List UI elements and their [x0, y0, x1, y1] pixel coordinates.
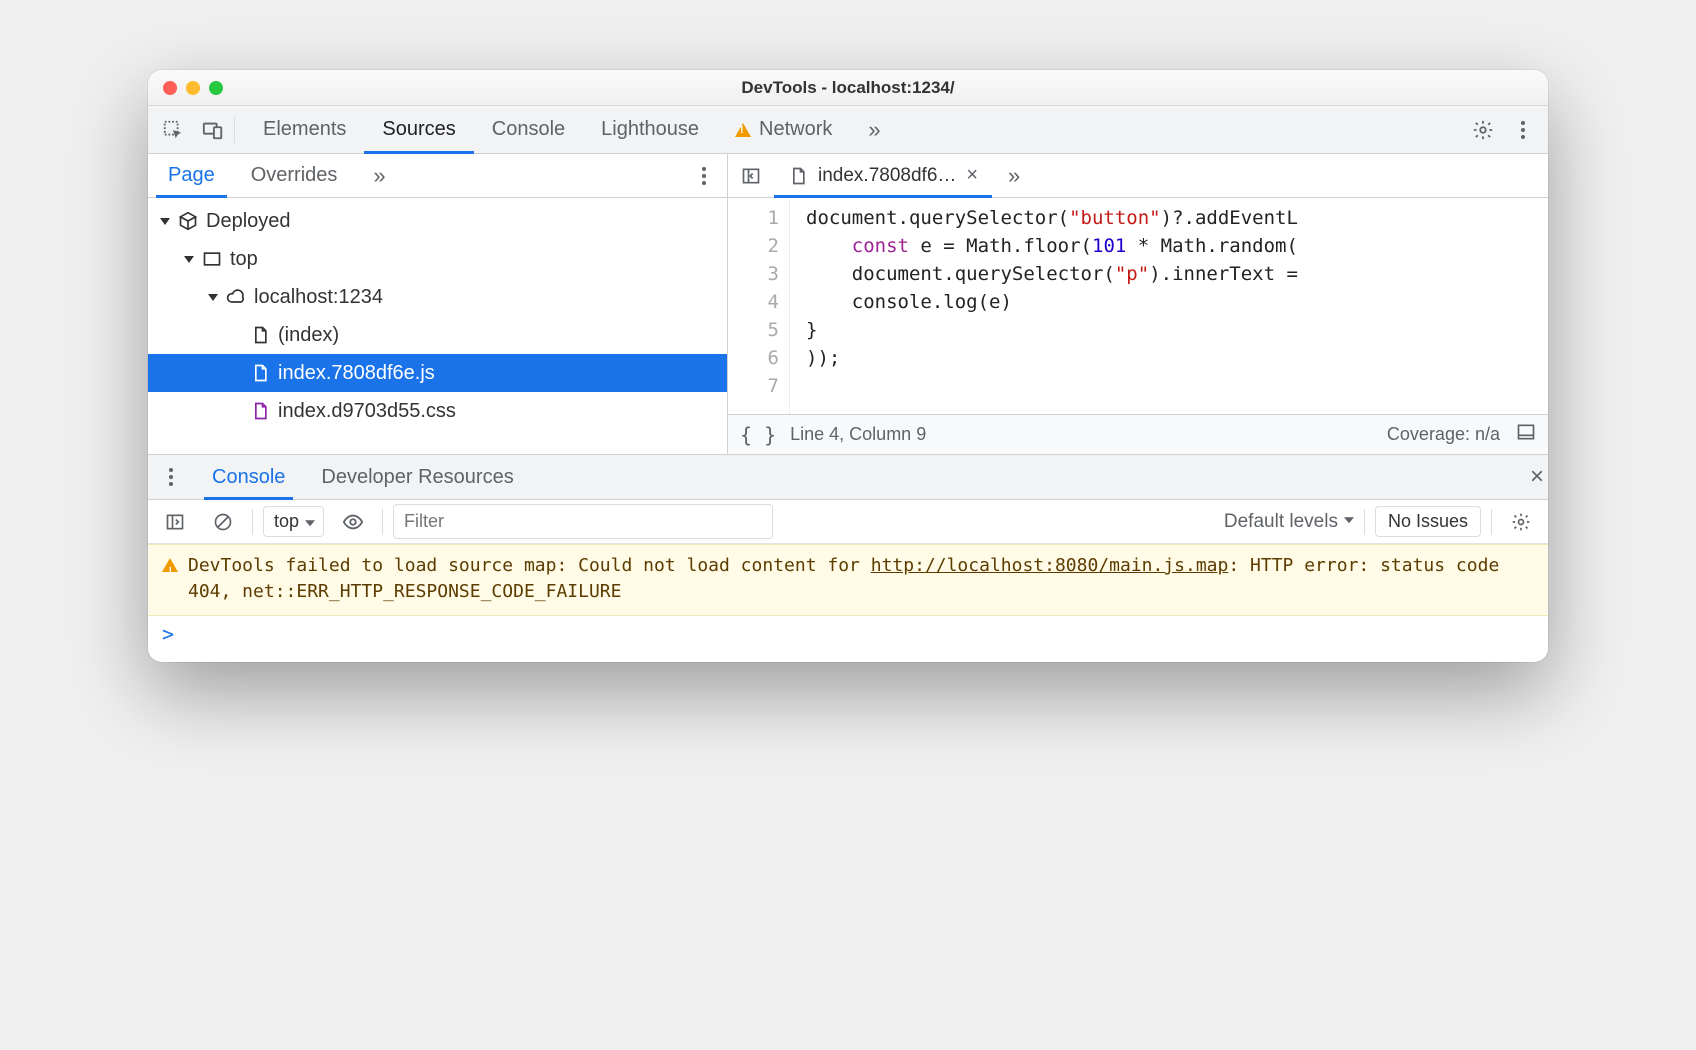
document-icon — [788, 166, 808, 186]
more-options-icon[interactable] — [1504, 111, 1542, 149]
cursor-position: Line 4, Column 9 — [790, 424, 926, 445]
tree-frame-top[interactable]: top — [148, 240, 727, 278]
console-filter-input[interactable] — [393, 504, 773, 539]
issues-button[interactable]: No Issues — [1375, 506, 1481, 537]
tree-label: index.7808df6e.js — [278, 362, 435, 385]
device-toolbar-icon[interactable] — [194, 111, 232, 149]
editor-tabs: index.7808df6… × » — [728, 154, 1548, 198]
tree-label: top — [230, 248, 258, 271]
context-selector[interactable]: top — [263, 506, 324, 537]
line-gutter: 1234567 — [728, 198, 790, 414]
navigator-tab-overrides[interactable]: Overrides — [235, 154, 354, 197]
editor-status-bar: { } Line 4, Column 9 Coverage: n/a — [728, 414, 1548, 454]
drawer-tab-console[interactable]: Console — [198, 455, 299, 499]
separator — [1364, 509, 1365, 535]
log-levels-selector[interactable]: Default levels — [1224, 511, 1354, 533]
caret-icon — [208, 294, 218, 301]
cube-icon — [178, 211, 198, 231]
more-editor-tabs[interactable]: » — [996, 157, 1034, 195]
caret-icon — [184, 256, 194, 263]
tree-group-deployed[interactable]: Deployed — [148, 202, 727, 240]
separator — [1491, 509, 1492, 535]
caret-icon — [160, 218, 170, 225]
separator — [252, 509, 253, 535]
tree-origin-localhost[interactable]: localhost:1234 — [148, 278, 727, 316]
tree-label: localhost:1234 — [254, 286, 383, 309]
navigator-more-tabs[interactable]: » — [357, 154, 403, 197]
source-map-link[interactable]: http://localhost:8080/main.js.map — [871, 555, 1229, 576]
maximize-window-button[interactable] — [209, 81, 223, 95]
main-tab-group: Elements Sources Console Lighthouse Netw… — [245, 106, 901, 153]
code-editor[interactable]: 1234567 document.querySelector("button")… — [728, 198, 1548, 414]
drawer-tab-devres[interactable]: Developer Resources — [307, 455, 527, 499]
tree-file-js[interactable]: index.7808df6e.js — [148, 354, 727, 392]
show-sidebar-icon[interactable] — [1516, 422, 1536, 447]
editor-pane: index.7808df6… × » 1234567 document.quer… — [728, 154, 1548, 454]
close-tab-icon[interactable]: × — [966, 164, 978, 187]
console-prompt[interactable]: > — [148, 616, 1548, 662]
editor-tab-label: index.7808df6… — [818, 165, 956, 187]
warning-icon — [162, 558, 178, 572]
warning-icon — [735, 123, 751, 137]
code-content[interactable]: document.querySelector("button")?.addEve… — [790, 198, 1548, 414]
separator — [234, 117, 235, 143]
close-drawer-icon[interactable]: × — [1530, 463, 1544, 491]
tab-console[interactable]: Console — [474, 106, 583, 153]
tree-label: (index) — [278, 324, 339, 347]
titlebar: DevTools - localhost:1234/ — [148, 70, 1548, 106]
document-icon — [250, 401, 270, 421]
frame-icon — [202, 249, 222, 269]
tree-label: index.d9703d55.css — [278, 400, 456, 423]
drawer-options-icon[interactable] — [152, 458, 190, 496]
more-tabs-button[interactable]: » — [850, 106, 900, 153]
drawer-tabs: Console Developer Resources × — [148, 454, 1548, 500]
separator — [382, 509, 383, 535]
devtools-window: DevTools - localhost:1234/ Elements Sour… — [148, 70, 1548, 662]
minimize-window-button[interactable] — [186, 81, 200, 95]
cloud-icon — [226, 287, 246, 307]
levels-label: Default levels — [1224, 511, 1338, 533]
tab-sources[interactable]: Sources — [364, 106, 473, 153]
inspect-element-icon[interactable] — [154, 111, 192, 149]
main-toolbar: Elements Sources Console Lighthouse Netw… — [148, 106, 1548, 154]
sources-panel: Page Overrides » Deployed top — [148, 154, 1548, 454]
document-icon — [250, 363, 270, 383]
tree-file-index[interactable]: (index) — [148, 316, 727, 354]
live-expression-icon[interactable] — [334, 503, 372, 541]
navigator-tabs: Page Overrides » — [148, 154, 727, 198]
navigator-options-icon[interactable] — [685, 157, 723, 195]
navigator-pane: Page Overrides » Deployed top — [148, 154, 728, 454]
tab-elements[interactable]: Elements — [245, 106, 364, 153]
console-output: DevTools failed to load source map: Coul… — [148, 544, 1548, 662]
traffic-lights — [148, 81, 223, 95]
coverage-status: Coverage: n/a — [1387, 424, 1500, 445]
window-title: DevTools - localhost:1234/ — [148, 78, 1548, 98]
console-toolbar: top Default levels No Issues — [148, 500, 1548, 544]
chevron-down-icon — [305, 520, 315, 526]
file-tree: Deployed top localhost:1234 (index) — [148, 198, 727, 454]
pretty-print-icon[interactable]: { } — [740, 423, 776, 447]
tab-network[interactable]: Network — [717, 106, 850, 153]
toggle-navigator-icon[interactable] — [732, 157, 770, 195]
warning-message: DevTools failed to load source map: Coul… — [188, 553, 1534, 605]
settings-icon[interactable] — [1464, 111, 1502, 149]
tab-network-label: Network — [759, 118, 832, 141]
clear-console-icon[interactable] — [204, 503, 242, 541]
document-icon — [250, 325, 270, 345]
chevron-down-icon — [1344, 517, 1354, 523]
toggle-sidebar-icon[interactable] — [156, 503, 194, 541]
console-warning-row[interactable]: DevTools failed to load source map: Coul… — [148, 544, 1548, 616]
tab-lighthouse[interactable]: Lighthouse — [583, 106, 717, 153]
tree-label: Deployed — [206, 210, 291, 233]
editor-tab-js[interactable]: index.7808df6… × — [774, 154, 992, 197]
navigator-tab-page[interactable]: Page — [152, 154, 231, 197]
context-label: top — [274, 511, 299, 531]
console-settings-icon[interactable] — [1502, 503, 1540, 541]
close-window-button[interactable] — [163, 81, 177, 95]
tree-file-css[interactable]: index.d9703d55.css — [148, 392, 727, 430]
